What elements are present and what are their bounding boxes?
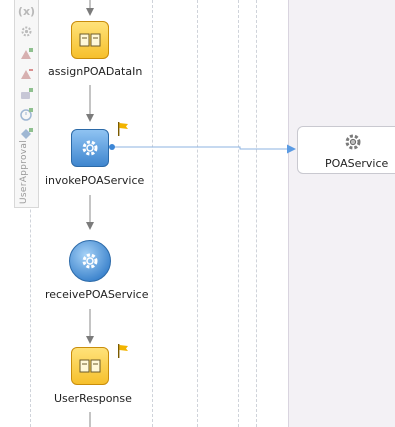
assign-activity[interactable] bbox=[71, 21, 109, 59]
service-gear-icon bbox=[345, 134, 361, 150]
gear-icon bbox=[82, 253, 98, 269]
remove-assign-icon[interactable] bbox=[19, 66, 34, 81]
invoke-activity[interactable] bbox=[71, 129, 109, 167]
flag-icon bbox=[118, 122, 128, 136]
activity-label: UserResponse bbox=[54, 392, 132, 405]
add-flow-icon[interactable] bbox=[19, 126, 34, 141]
partner-link-service[interactable]: POAService bbox=[297, 126, 395, 174]
partner-link-connector bbox=[113, 144, 296, 154]
service-label: POAService bbox=[325, 157, 389, 170]
add-rule-icon[interactable] bbox=[19, 86, 34, 101]
gear-icon bbox=[82, 140, 98, 156]
variable-icon[interactable]: (x) bbox=[18, 4, 35, 19]
bpel-canvas: (x) UserApproval assignPOADataIn invokeP… bbox=[0, 0, 395, 427]
flag-icon bbox=[118, 344, 128, 358]
add-assign-icon[interactable] bbox=[19, 46, 34, 61]
assign-icon bbox=[79, 359, 101, 373]
assign-icon bbox=[79, 33, 101, 47]
timer-icon[interactable] bbox=[19, 106, 34, 121]
activity-label: assignPOADataIn bbox=[48, 65, 143, 78]
activity-label: invokePOAService bbox=[45, 174, 145, 187]
settings-icon[interactable] bbox=[19, 24, 34, 39]
activity-palette: (x) UserApproval bbox=[14, 0, 39, 208]
palette-label: UserApproval bbox=[19, 139, 29, 204]
assign-activity[interactable] bbox=[71, 347, 109, 385]
receive-activity[interactable] bbox=[69, 240, 111, 282]
connector-anchor[interactable] bbox=[109, 144, 115, 150]
activity-label: receivePOAService bbox=[45, 288, 149, 301]
